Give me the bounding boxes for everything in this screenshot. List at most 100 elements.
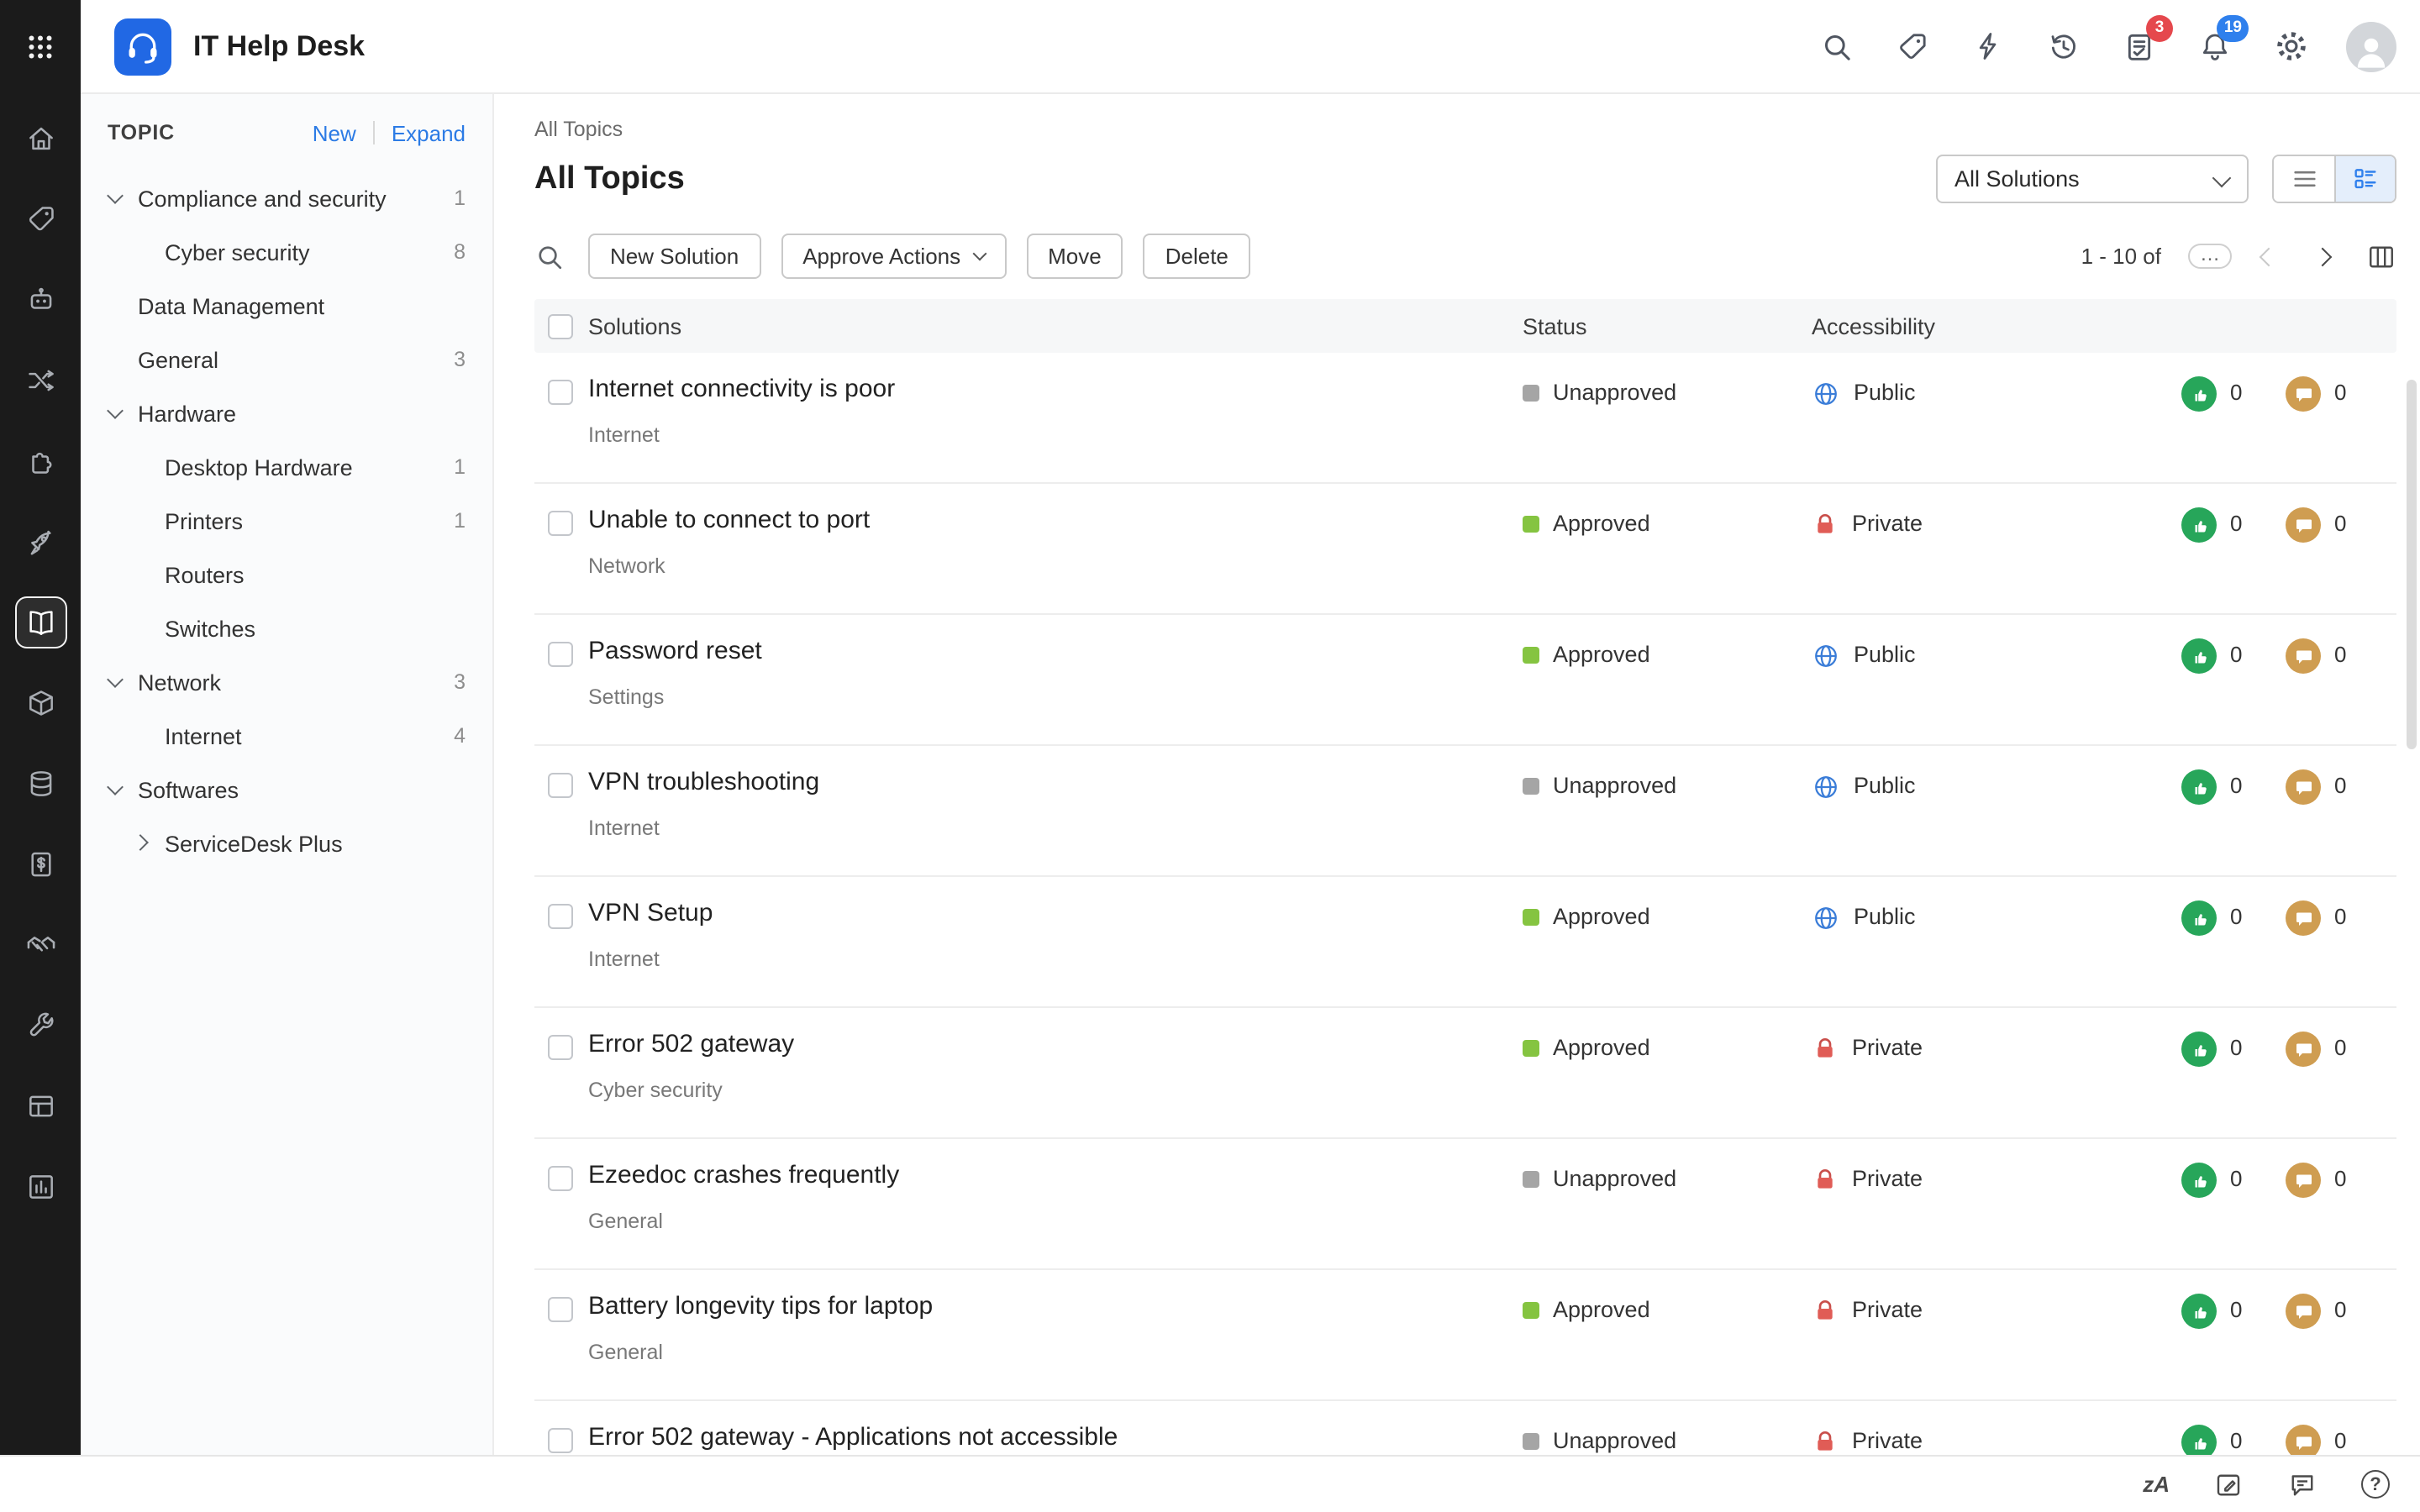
dashboards-icon[interactable] — [0, 1065, 81, 1146]
tree-chevron-icon[interactable] — [134, 566, 151, 583]
comments-cell[interactable]: 0 — [2286, 353, 2396, 482]
zia-translate-icon[interactable]: zA — [2143, 1472, 2170, 1497]
scrollbar[interactable] — [2407, 380, 2417, 1445]
column-accessibility[interactable]: Accessibility — [1812, 313, 2181, 339]
tree-chevron-icon[interactable] — [134, 459, 151, 475]
row-checkbox[interactable] — [548, 1297, 573, 1322]
feedback-icon[interactable] — [2213, 1469, 2244, 1499]
notifications-icon[interactable]: 19 — [2195, 14, 2249, 66]
tree-chevron-icon[interactable] — [134, 835, 151, 852]
history-icon[interactable] — [2044, 26, 2084, 66]
tag-icon[interactable] — [1892, 26, 1933, 66]
reports-icon[interactable] — [0, 1146, 81, 1226]
contracts-icon[interactable] — [0, 823, 81, 904]
tree-chevron-icon[interactable] — [108, 190, 124, 207]
next-page-icon[interactable] — [2306, 239, 2339, 273]
sidebar-topic-item[interactable]: Internet 4 — [81, 709, 492, 763]
likes-cell[interactable]: 0 — [2181, 1139, 2286, 1268]
solution-title[interactable]: Error 502 gateway — [588, 1030, 1523, 1058]
prev-page-icon[interactable] — [2252, 239, 2286, 273]
assets-icon[interactable] — [0, 662, 81, 743]
solution-title[interactable]: VPN Setup — [588, 899, 1523, 927]
tree-chevron-icon[interactable] — [134, 620, 151, 637]
solutions-filter-select[interactable]: All Solutions — [1936, 155, 2249, 203]
table-row[interactable]: Unable to connect to port Network Approv… — [534, 484, 2396, 615]
move-button[interactable]: Move — [1026, 234, 1123, 279]
table-row[interactable]: Error 502 gateway - Applications not acc… — [534, 1401, 2396, 1455]
likes-cell[interactable]: 0 — [2181, 1008, 2286, 1137]
likes-cell[interactable]: 0 — [2181, 615, 2286, 744]
tree-chevron-icon[interactable] — [134, 727, 151, 744]
solution-title[interactable]: Ezeedoc crashes frequently — [588, 1161, 1523, 1189]
cmdb-icon[interactable] — [0, 743, 81, 823]
tree-chevron-icon[interactable] — [134, 512, 151, 529]
detail-view-icon[interactable] — [2334, 156, 2395, 202]
delete-button[interactable]: Delete — [1143, 234, 1250, 279]
tree-chevron-icon[interactable] — [108, 405, 124, 422]
breadcrumb[interactable]: All Topics — [534, 118, 623, 141]
requests-icon[interactable] — [0, 178, 81, 259]
search-icon[interactable] — [1817, 26, 1857, 66]
solution-title[interactable]: Internet connectivity is poor — [588, 375, 1523, 403]
purchases-icon[interactable] — [0, 904, 81, 984]
table-row[interactable]: Password reset Settings Approved Public … — [534, 615, 2396, 746]
sidebar-topic-item[interactable]: ServiceDesk Plus — [81, 816, 492, 870]
select-all-checkbox[interactable] — [548, 313, 573, 339]
row-checkbox[interactable] — [548, 904, 573, 929]
home-icon[interactable] — [0, 97, 81, 178]
approve-actions-button[interactable]: Approve Actions — [781, 234, 1007, 279]
comments-cell[interactable]: 0 — [2286, 746, 2396, 875]
sidebar-topic-item[interactable]: General 3 — [81, 333, 492, 386]
row-checkbox[interactable] — [548, 1428, 573, 1453]
comments-cell[interactable]: 0 — [2286, 1270, 2396, 1399]
solution-title[interactable]: Password reset — [588, 637, 1523, 665]
lightning-icon[interactable] — [1968, 26, 2008, 66]
integrations-icon[interactable] — [0, 420, 81, 501]
sidebar-topic-item[interactable]: Routers — [81, 548, 492, 601]
comments-cell[interactable]: 0 — [2286, 1139, 2396, 1268]
column-chooser-icon[interactable] — [2366, 241, 2396, 271]
automation-icon[interactable] — [0, 259, 81, 339]
likes-cell[interactable]: 0 — [2181, 353, 2286, 482]
solution-title[interactable]: Error 502 gateway - Applications not acc… — [588, 1423, 1523, 1452]
scrollbar-thumb[interactable] — [2407, 380, 2417, 749]
tree-chevron-icon[interactable] — [108, 297, 124, 314]
apps-grid-icon[interactable] — [25, 0, 55, 94]
sidebar-topic-item[interactable]: Printers 1 — [81, 494, 492, 548]
list-view-icon[interactable] — [2274, 156, 2334, 202]
comments-cell[interactable]: 0 — [2286, 484, 2396, 613]
approvals-icon[interactable]: 3 — [2119, 14, 2173, 66]
tree-chevron-icon[interactable] — [108, 351, 124, 368]
comments-cell[interactable]: 0 — [2286, 877, 2396, 1006]
likes-cell[interactable]: 0 — [2181, 877, 2286, 1006]
comments-cell[interactable]: 0 — [2286, 1401, 2396, 1455]
solution-title[interactable]: VPN troubleshooting — [588, 768, 1523, 796]
tree-chevron-icon[interactable] — [134, 244, 151, 260]
sidebar-topic-item[interactable]: Data Management — [81, 279, 492, 333]
row-checkbox[interactable] — [548, 511, 573, 536]
sidebar-topic-item[interactable]: Cyber security 8 — [81, 225, 492, 279]
solution-title[interactable]: Unable to connect to port — [588, 506, 1523, 534]
table-row[interactable]: Battery longevity tips for laptop Genera… — [534, 1270, 2396, 1401]
row-checkbox[interactable] — [548, 380, 573, 405]
row-checkbox[interactable] — [548, 1035, 573, 1060]
new-topic-link[interactable]: New — [313, 120, 356, 145]
column-status[interactable]: Status — [1523, 313, 1812, 339]
row-checkbox[interactable] — [548, 1166, 573, 1191]
table-row[interactable]: Internet connectivity is poor Internet U… — [534, 353, 2396, 484]
help-icon[interactable]: ? — [2361, 1470, 2390, 1499]
tree-chevron-icon[interactable] — [108, 781, 124, 798]
column-solutions[interactable]: Solutions — [588, 313, 1523, 339]
sidebar-topic-item[interactable]: Softwares — [81, 763, 492, 816]
pagination-total-ellipsis[interactable]: … — [2188, 243, 2232, 269]
table-search-icon[interactable] — [534, 241, 565, 271]
solutions-icon[interactable] — [0, 581, 81, 662]
row-checkbox[interactable] — [548, 642, 573, 667]
likes-cell[interactable]: 0 — [2181, 1401, 2286, 1455]
table-row[interactable]: VPN Setup Internet Approved Public 0 0 — [534, 877, 2396, 1008]
tree-chevron-icon[interactable] — [108, 674, 124, 690]
releases-icon[interactable] — [0, 501, 81, 581]
settings-gear-icon[interactable] — [2270, 26, 2311, 66]
table-row[interactable]: VPN troubleshooting Internet Unapproved … — [534, 746, 2396, 877]
sidebar-topic-item[interactable]: Compliance and security 1 — [81, 171, 492, 225]
